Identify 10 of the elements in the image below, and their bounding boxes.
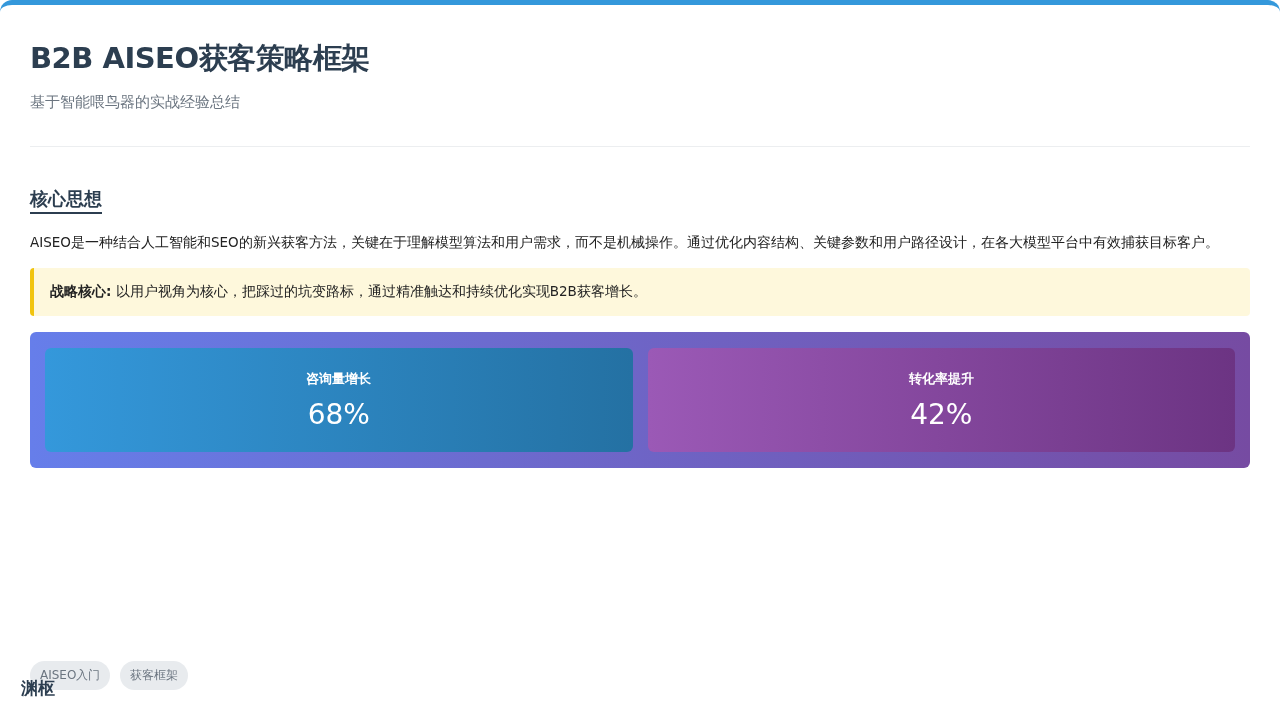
tag-chip[interactable]: 获客框架: [120, 661, 189, 690]
metric-value: 68%: [307, 397, 370, 431]
section-heading: 核心思想: [30, 187, 102, 214]
metric-label: 转化率提升: [908, 369, 974, 388]
callout-note: 战略核心: 以用户视角为核心，把踩过的坑变路标，通过精准触达和持续优化实现B2B获客增长。: [30, 268, 1250, 316]
metric-value: 42%: [910, 397, 973, 431]
section-paragraph: AISEO是一种结合人工智能和SEO的新兴获客方法，关键在于理解模型算法和用户需求，而不是机械操作。通过优化内容结构、关键参数和用户路径设计，在各大模型平台中有效捕获目标客户。: [30, 233, 1220, 252]
metric-label: 咨询量增长: [306, 369, 372, 388]
page-subtitle: 基于智能喂鸟器的实战经验总结: [30, 93, 241, 112]
page-title: B2B AISEO获客策略框架: [30, 40, 371, 77]
